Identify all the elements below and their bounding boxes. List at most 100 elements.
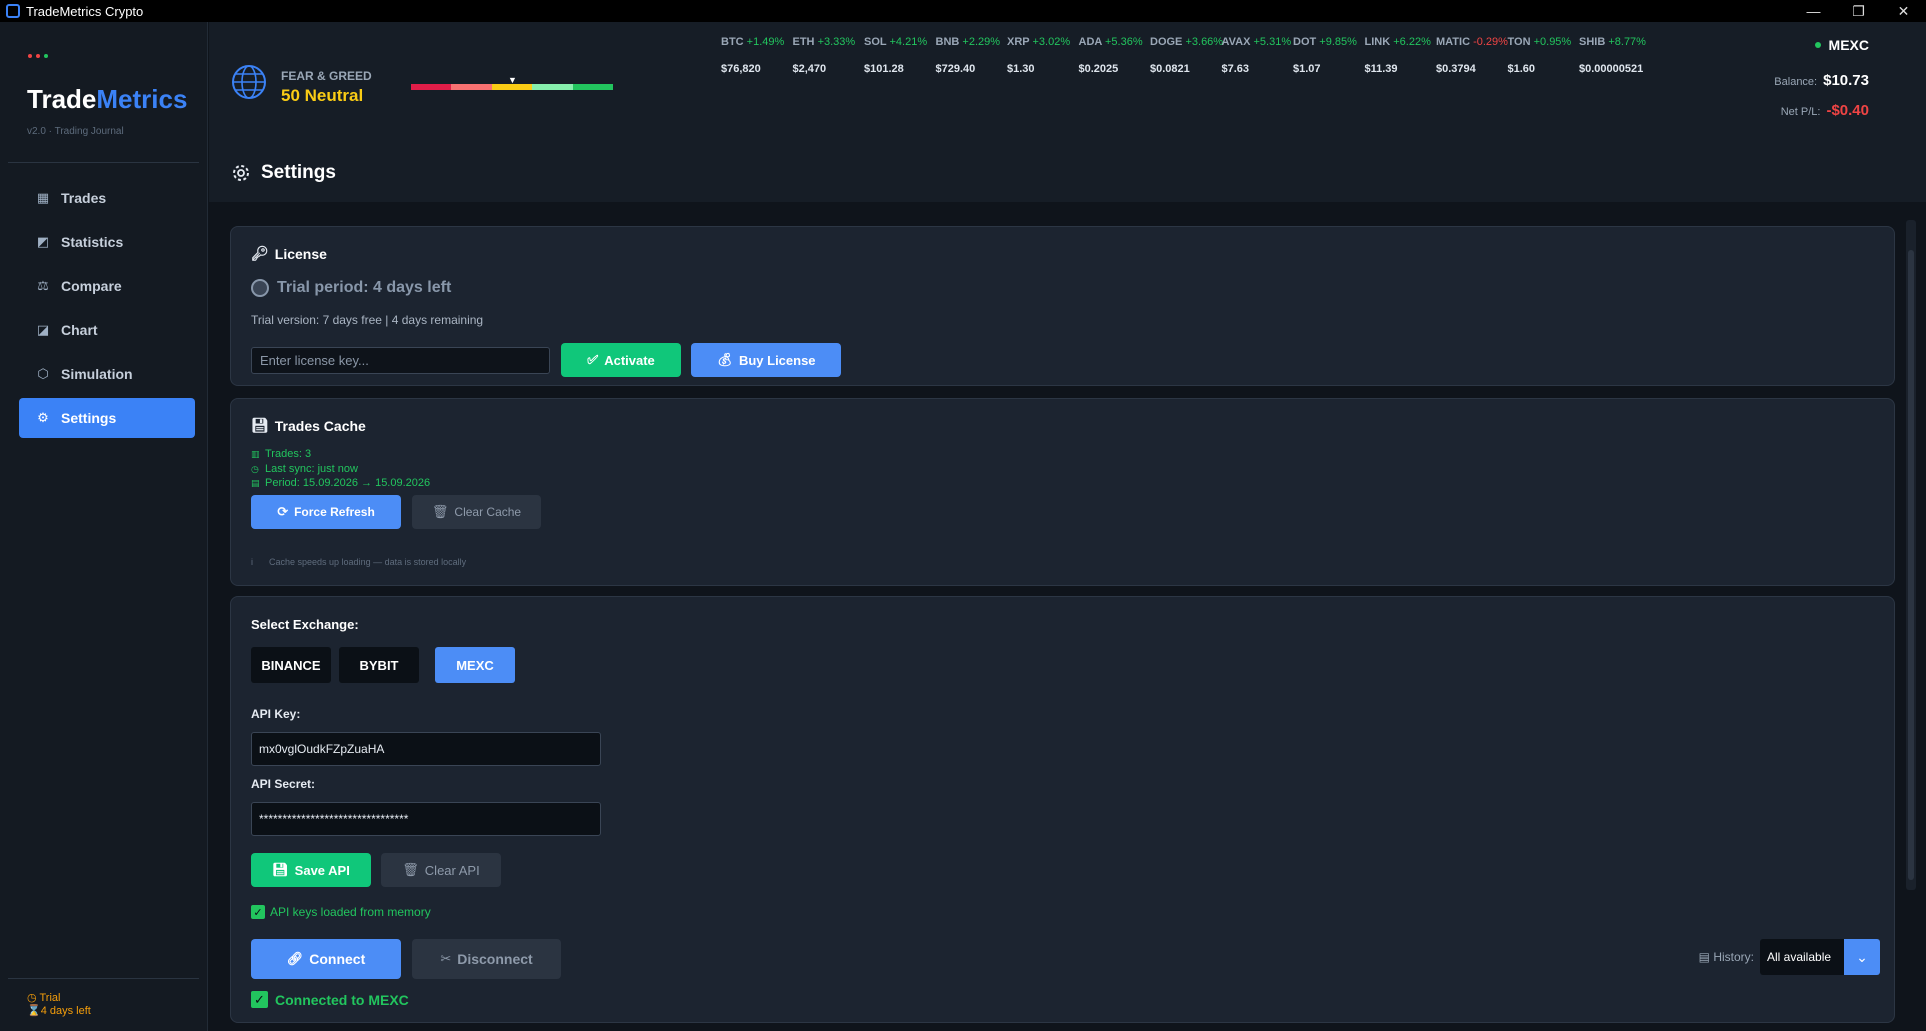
gauge-segment [411, 84, 452, 90]
balance: Balance: $10.73 [1774, 72, 1869, 89]
scrollbar-thumb[interactable] [1908, 250, 1914, 880]
sidebar-item-label: Chart [61, 322, 98, 338]
minimize-button[interactable]: — [1791, 0, 1836, 22]
dot-red [36, 54, 40, 58]
exchange-bybit-button[interactable]: BYBIT [339, 647, 419, 683]
api-loaded-status: ✓ API keys loaded from memory [251, 905, 431, 919]
gauge-segment [451, 84, 492, 90]
cache-trades: ▥ Trades: 3 [251, 448, 312, 460]
gauge-segment [572, 84, 614, 90]
clear-cache-button[interactable]: 🗑︎ Clear Cache [412, 495, 541, 529]
info-icon: i [251, 557, 253, 567]
save-icon: 💾︎ [272, 862, 289, 877]
status-circle-icon [251, 279, 269, 297]
save-icon: 💾︎ [251, 417, 269, 433]
history-label: ▤ History: [1698, 950, 1754, 964]
clear-api-button[interactable]: 🗑︎ Clear API [381, 853, 501, 887]
ticker-item-xrp: XRP +3.02% $1.30 [1007, 36, 1071, 75]
check-icon: ✓ [251, 991, 268, 1008]
sidebar-item-settings[interactable]: ⚙ Settings [19, 398, 195, 438]
cache-last-sync: ◷ Last sync: just now [251, 462, 358, 475]
refresh-icon: ⟳ [277, 504, 289, 519]
chevron-down-icon[interactable]: ⌄ [1844, 939, 1880, 975]
gear-icon [233, 165, 249, 181]
scrollbar[interactable] [1906, 220, 1916, 890]
history-dropdown[interactable]: All available [1760, 939, 1844, 975]
sidebar-item-compare[interactable]: ⚖ Compare [19, 266, 195, 306]
disconnect-button[interactable]: ✂︎ Disconnect [412, 939, 561, 979]
window-titlebar: TradeMetrics Crypto — ❐ ✕ [0, 0, 1926, 22]
sidebar-item-label: Trades [61, 190, 107, 206]
ticker-item-shib: SHIB +8.77% $0.00000521 [1579, 36, 1646, 75]
net-pl: Net P/L: -$0.40 [1780, 102, 1869, 119]
window-title: TradeMetrics Crypto [26, 3, 144, 19]
ticker-item-ada: ADA +5.36% $0.2025 [1078, 36, 1143, 75]
check-icon: ✓ [251, 905, 265, 919]
dot-red [28, 54, 32, 58]
wallet-icon: 💰︎ [716, 352, 733, 367]
sidebar-item-chart[interactable]: ◪ Chart [19, 310, 195, 350]
chart-icon: ▥ [251, 449, 260, 459]
sidebar-item-statistics[interactable]: ◩ Statistics [19, 222, 195, 262]
api-card: Select Exchange: BINANCE BYBIT MEXC API … [230, 596, 1895, 1023]
ticker-item-dot: DOT +9.85% $1.07 [1293, 36, 1357, 75]
buy-license-button[interactable]: 💰︎ Buy License [691, 343, 841, 377]
cube-icon: ⬡ [37, 366, 49, 381]
history-select: ▤ History: All available ⌄ [1699, 939, 1880, 975]
exchange-mexc-button[interactable]: MEXC [435, 647, 515, 683]
trades-cache-card: 💾︎ Trades Cache ▥ Trades: 3 ◷ Last sync: ju… [230, 398, 1895, 586]
sidebar-item-trades[interactable]: ▦ Trades [19, 178, 195, 218]
select-exchange-label: Select Exchange: [251, 617, 359, 632]
gear-icon: ⚙ [37, 410, 49, 425]
ticker-item-eth: ETH +3.33% $2,470 [792, 36, 856, 75]
fear-greed-value: 50 Neutral [281, 86, 364, 105]
ticker-item-matic: MATIC -0.29% $0.3794 [1436, 36, 1508, 75]
close-button[interactable]: ✕ [1881, 0, 1926, 22]
api-secret-label: API Secret: [251, 777, 316, 791]
api-key-input[interactable]: mx0vglOudkFZpZuaHA [251, 732, 601, 766]
sidebar-item-label: Compare [61, 278, 122, 294]
ticker-item-sol: SOL +4.21% $101.28 [864, 36, 928, 75]
exchange-binance-button[interactable]: BINANCE [251, 647, 331, 683]
ticker-item-link: LINK +6.22% $11.39 [1364, 36, 1431, 75]
brand-logo: TradeMetrics [27, 84, 188, 114]
app-icon [6, 4, 20, 18]
page-header: Settings [231, 162, 336, 184]
license-card: 🔑︎ License Trial period: 4 days left Tria… [230, 226, 1895, 386]
version-label: v2.0 · Trading Journal [27, 126, 124, 137]
trial-period: Trial period: 4 days left [251, 279, 451, 297]
fear-greed-label: FEAR & GREED [281, 69, 372, 83]
dot-green [44, 54, 48, 58]
ticker-item-btc: BTC +1.49% $76,820 [721, 36, 785, 75]
bar-chart-icon: ▦ [36, 190, 50, 205]
calendar-icon: ▤ [1698, 950, 1710, 964]
activate-button[interactable]: ✅︎ Activate [561, 343, 681, 377]
license-key-input[interactable]: Enter license key... [251, 347, 550, 374]
sidebar: TradeMetrics v2.0 · Trading Journal ▦ Tra… [0, 22, 208, 1031]
divider [8, 162, 199, 163]
force-refresh-button[interactable]: ⟳ Force Refresh [251, 495, 401, 529]
sidebar-item-label: Simulation [61, 366, 133, 382]
chart-icon: ◪ [36, 322, 50, 337]
globe-icon [232, 65, 266, 99]
compare-icon: ⚖ [37, 278, 49, 293]
price-ticker: BTC +1.49% $76,820 ETH +3.33% $2,470 SOL +4.… [721, 36, 1651, 75]
line-chart-icon: ◩ [36, 234, 50, 249]
exchange-indicator: MEXC [1814, 37, 1869, 53]
api-secret-input[interactable]: ******************************** [251, 802, 601, 836]
trash-icon: 🗑︎ [402, 862, 419, 877]
sidebar-item-simulation[interactable]: ⬡ Simulation [19, 354, 195, 394]
maximize-button[interactable]: ❐ [1836, 0, 1881, 22]
trash-icon: 🗑︎ [431, 504, 449, 519]
sidebar-item-label: Settings [61, 410, 117, 426]
trial-status: ◷ Trial ⌛4 days left [27, 992, 91, 1017]
header: FEAR & GREED 50 Neutral ▼ BTC +1.49% $76,… [209, 22, 1926, 202]
ticker-item-doge: DOGE +3.66% $0.0821 [1150, 36, 1224, 75]
cache-period: ▤ Period: 15.09.2026 → 15.09.2026 [251, 477, 431, 489]
status-dot [1814, 42, 1821, 48]
calendar-icon: ▤ [251, 478, 260, 488]
save-api-button[interactable]: 💾︎ Save API [251, 853, 371, 887]
sidebar-item-label: Statistics [61, 234, 124, 250]
connect-button[interactable]: 🔗︎ Connect [251, 939, 401, 979]
sidebar-nav: ▦ Trades ◩ Statistics ⚖ Compare ◪ Chart ⬡ Simulat… [19, 178, 195, 442]
